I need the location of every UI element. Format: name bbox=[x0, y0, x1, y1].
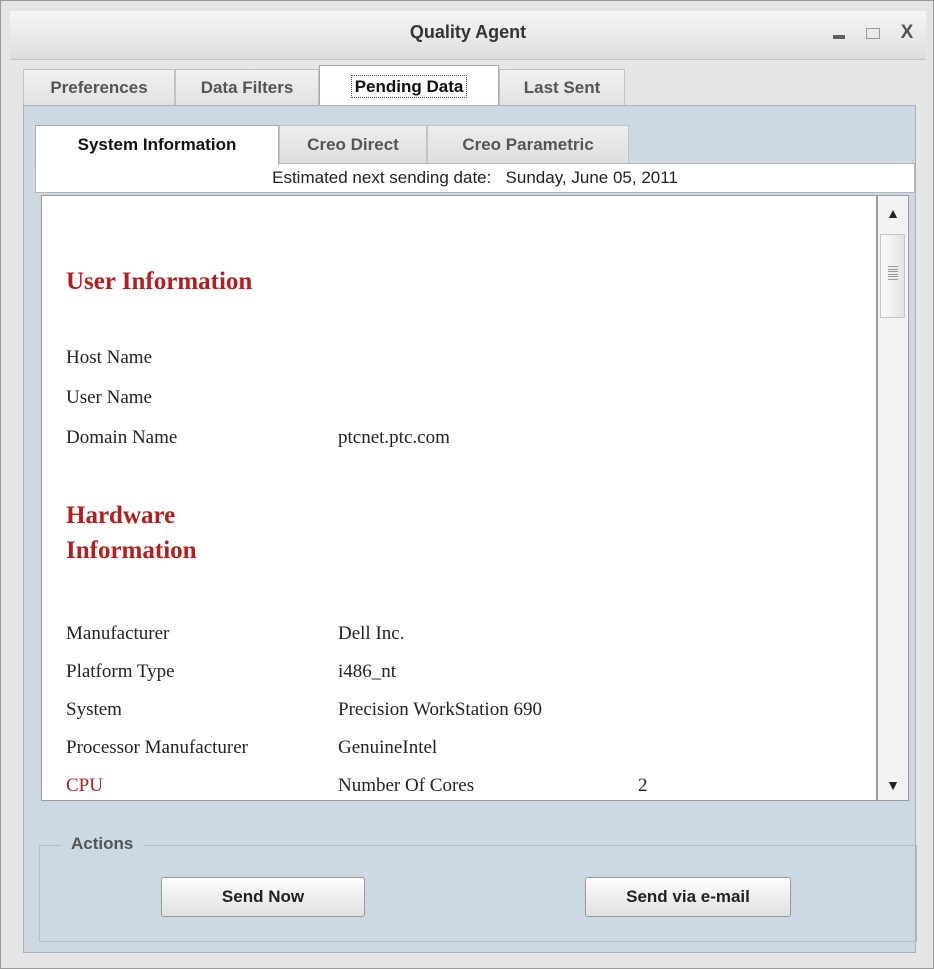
hardware-heading-line-2: Information bbox=[66, 537, 197, 564]
grip-icon bbox=[888, 271, 898, 275]
row-value: GenuineIntel bbox=[338, 737, 438, 758]
content-scrollbar[interactable]: ▲ ▼ bbox=[877, 195, 909, 801]
next-sending-date-label: Estimated next sending date: bbox=[272, 168, 492, 187]
tab-label: Preferences bbox=[50, 78, 148, 97]
system-info-content[interactable]: User Information Host Name User Name Dom… bbox=[41, 195, 877, 801]
grip-icon bbox=[888, 266, 898, 270]
row-label: Host Name bbox=[66, 347, 153, 368]
next-sending-date-bar: Estimated next sending date: Sunday, Jun… bbox=[35, 163, 915, 193]
tab-label: Creo Parametric bbox=[462, 135, 594, 154]
maximize-icon[interactable] bbox=[862, 21, 884, 45]
tab-label: Creo Direct bbox=[307, 135, 399, 154]
tab-label: System Information bbox=[77, 135, 237, 154]
window-title: Quality Agent bbox=[409, 22, 527, 42]
arrow-down-icon[interactable]: ▼ bbox=[878, 770, 908, 800]
tab-last-sent[interactable]: Last Sent bbox=[499, 69, 625, 105]
row-label: System bbox=[66, 699, 122, 720]
row-label: Domain Name bbox=[66, 427, 178, 448]
cpu-sublabel: Number Of Cores bbox=[338, 775, 475, 796]
close-icon[interactable]: X bbox=[896, 21, 918, 45]
tab-creo-direct[interactable]: Creo Direct bbox=[279, 125, 427, 163]
title-bar[interactable]: Quality Agent X bbox=[10, 11, 926, 60]
tab-label: Pending Data bbox=[350, 75, 468, 98]
row-label: User Name bbox=[66, 387, 152, 408]
cpu-label: CPU bbox=[66, 775, 103, 796]
row-value: Dell Inc. bbox=[338, 623, 405, 644]
actions-legend: Actions bbox=[61, 834, 144, 854]
tab-creo-parametric[interactable]: Creo Parametric bbox=[427, 125, 629, 163]
grip-icon bbox=[888, 276, 898, 280]
row-label: Processor Manufacturer bbox=[66, 737, 249, 758]
tab-pending-data[interactable]: Pending Data bbox=[319, 65, 499, 105]
row-label: Manufacturer bbox=[66, 623, 170, 644]
minimize-icon[interactable] bbox=[828, 21, 850, 45]
tab-preferences[interactable]: Preferences bbox=[23, 69, 175, 105]
cpu-cores-value: 2 bbox=[638, 775, 648, 796]
row-label: Platform Type bbox=[66, 661, 175, 682]
hardware-information-heading: Hardware Information bbox=[66, 498, 197, 568]
tab-label: Last Sent bbox=[523, 78, 601, 97]
scrollbar-thumb[interactable] bbox=[880, 234, 905, 318]
row-value: Precision WorkStation 690 bbox=[338, 699, 542, 720]
hardware-heading-line-1: Hardware bbox=[66, 502, 176, 529]
tab-data-filters[interactable]: Data Filters bbox=[175, 69, 319, 105]
row-value: i486_nt bbox=[338, 661, 397, 682]
send-via-email-button[interactable]: Send via e-mail bbox=[585, 877, 791, 917]
user-information-heading: User Information bbox=[66, 268, 253, 295]
arrow-up-icon[interactable]: ▲ bbox=[878, 198, 908, 228]
tab-label: Data Filters bbox=[200, 78, 294, 97]
quality-agent-window: Quality Agent X Preferences Data Filters… bbox=[0, 0, 934, 969]
tab-system-information[interactable]: System Information bbox=[35, 125, 279, 165]
row-value: ptcnet.ptc.com bbox=[338, 427, 450, 448]
send-now-button[interactable]: Send Now bbox=[161, 877, 365, 917]
next-sending-date-value: Sunday, June 05, 2011 bbox=[505, 168, 678, 187]
